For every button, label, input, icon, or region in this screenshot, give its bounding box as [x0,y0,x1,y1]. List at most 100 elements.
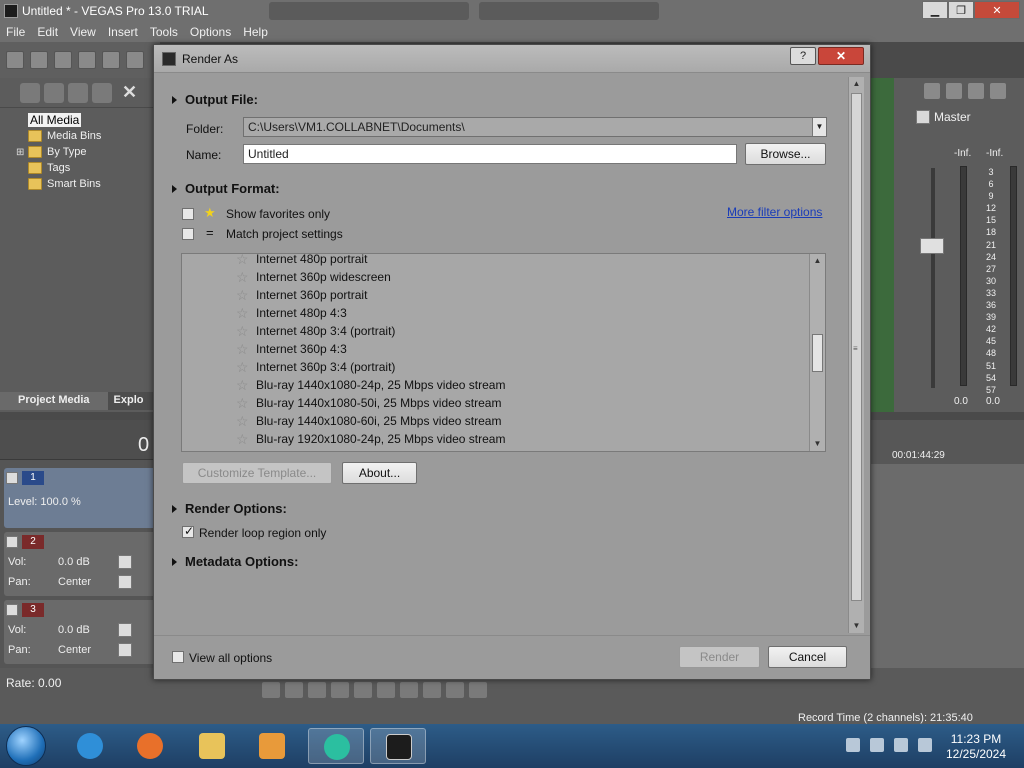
start-button[interactable] [6,726,46,766]
list-item[interactable]: ☆ Internet 360p 4:3 [236,340,347,358]
record-icon[interactable] [262,682,280,698]
volume-muted-icon[interactable] [918,738,932,752]
list-item[interactable]: ☆ Internet 360p widescreen [236,268,391,286]
list-item[interactable]: ☆ Blu-ray 1440x1080-50i, 25 Mbps video st… [236,394,501,412]
list-item[interactable]: ☆ Internet 480p 3:4 (portrait) [236,322,395,340]
list-item[interactable]: ☆ Blu-ray 1440x1080-24p, 25 Mbps video st… [236,376,505,394]
expand-plus-icon[interactable]: ⊞ [16,147,26,158]
show-favorites-checkbox[interactable] [182,208,194,220]
cancel-button[interactable]: Cancel [768,646,847,668]
list-item[interactable]: ☆ Blu-ray 1920x1080-24p, 25 Mbps video st… [236,430,505,448]
star-outline-icon[interactable]: ☆ [236,431,250,448]
list-item[interactable]: ☆ Blu-ray 1440x1080-60i, 25 Mbps video st… [236,412,501,430]
mixer-meter-icon[interactable] [990,83,1006,99]
mixer-properties-icon[interactable] [924,83,940,99]
list-item[interactable]: ☆ Internet 480p 4:3 [236,304,347,322]
star-outline-icon[interactable]: ☆ [236,254,250,268]
more-filter-options-link[interactable]: More filter options [727,205,822,219]
new-project-icon[interactable] [6,51,24,69]
audio-track-header[interactable]: 2 Vol: 0.0 dB Pan: Center [4,532,156,596]
taskbar-media[interactable] [244,728,300,764]
open-folder-icon[interactable] [30,51,48,69]
prev-frame-icon[interactable] [446,682,464,698]
menu-view[interactable]: View [70,25,96,39]
list-item[interactable]: ☆ Internet 480p portrait [236,254,367,268]
dialog-scrollbar[interactable]: ▲ ≡ ▼ [848,77,864,633]
mixer-mute-icon[interactable] [968,83,984,99]
taskbar-app[interactable] [308,728,364,764]
audio-track-header[interactable]: 3 Vol: 0.0 dB Pan: Center [4,600,156,664]
import-media-icon[interactable] [20,82,40,103]
refresh-icon[interactable] [92,82,112,103]
tree-item-smart-bins[interactable]: Smart Bins [28,176,160,192]
folder-combobox[interactable]: C:\Users\VM1.COLLABNET\Documents\ ▼ [243,117,827,137]
tree-item-all-media[interactable]: All Media [28,112,160,128]
tab-project-media[interactable]: Project Media [0,392,108,410]
go-to-start-icon[interactable] [400,682,418,698]
list-item[interactable]: ☆ Internet 360p portrait [236,286,367,304]
background-window-tab[interactable] [268,2,469,20]
star-outline-icon[interactable]: ☆ [236,323,250,340]
menu-edit[interactable]: Edit [37,25,58,39]
properties-icon[interactable] [126,51,144,69]
tree-item-media-bins[interactable]: Media Bins [28,128,160,144]
taskbar-explorer[interactable] [184,728,240,764]
track-collapse-icon[interactable] [6,604,18,616]
render-options-section[interactable]: Render Options: [172,501,287,516]
render-icon[interactable] [102,51,120,69]
background-window-tab[interactable] [478,2,659,20]
pan-slider[interactable] [118,575,132,589]
mixer-fx-icon[interactable] [946,83,962,99]
output-file-section[interactable]: Output File: [172,92,258,107]
list-item[interactable]: ☆ Internet 360p 3:4 (portrait) [236,358,395,376]
star-outline-icon[interactable]: ☆ [236,377,250,394]
stop-icon[interactable] [377,682,395,698]
scroll-up-icon[interactable]: ▲ [849,77,864,91]
next-frame-icon[interactable] [469,682,487,698]
render-button[interactable]: Render [679,646,760,668]
pause-icon[interactable] [354,682,372,698]
tray-chevron-icon[interactable] [846,738,860,752]
timeline[interactable]: 00:01:44:29 [870,420,1024,668]
tab-explorer[interactable]: Explo [108,392,150,410]
video-track-header[interactable]: 1 Level: 100.0 % [4,468,156,528]
maximize-icon[interactable]: ❐ [948,1,974,19]
tree-item-by-type[interactable]: ⊞ By Type [16,144,160,160]
master-fader[interactable] [920,238,944,254]
timeline-ruler[interactable]: 00:01:44:29 [870,420,1024,464]
save-icon[interactable] [54,51,72,69]
taskbar-ie[interactable] [62,728,118,764]
render-loop-region-checkbox[interactable] [182,524,194,538]
view-all-options-checkbox[interactable] [172,651,184,663]
star-outline-icon[interactable]: ☆ [236,287,250,304]
remove-icon[interactable]: ✕ [122,82,137,103]
master-bus-icon[interactable] [916,110,930,124]
name-input[interactable]: Untitled [243,144,737,164]
vol-slider[interactable] [118,555,132,569]
dialog-close-button[interactable]: ✕ [818,47,864,65]
minimize-icon[interactable]: ▁ [922,1,948,19]
template-list[interactable]: ☆ Internet 480p portrait ☆ Internet 360p w… [181,253,826,452]
help-button[interactable]: ? [790,47,816,65]
template-list-scrollbar[interactable]: ▲ ▼ [809,254,825,451]
scroll-down-icon[interactable]: ▼ [810,437,825,451]
loop-icon[interactable] [285,682,303,698]
menu-help[interactable]: Help [243,25,268,39]
taskbar-vegas[interactable] [370,728,426,764]
star-outline-icon[interactable]: ☆ [236,305,250,322]
browse-button[interactable]: Browse... [745,143,826,165]
scroll-up-icon[interactable]: ▲ [810,254,825,268]
star-outline-icon[interactable]: ☆ [236,269,250,286]
menu-options[interactable]: Options [190,25,231,39]
flag-icon[interactable] [894,738,908,752]
about-button[interactable]: About... [342,462,417,484]
app-close-icon[interactable]: ✕ [974,1,1020,19]
save-as-icon[interactable] [78,51,96,69]
scroll-thumb[interactable] [812,334,823,372]
play-icon[interactable] [331,682,349,698]
vol-slider[interactable] [118,623,132,637]
menu-file[interactable]: File [6,25,25,39]
star-outline-icon[interactable]: ☆ [236,359,250,376]
output-format-section[interactable]: Output Format: [172,181,280,196]
pan-slider[interactable] [118,643,132,657]
